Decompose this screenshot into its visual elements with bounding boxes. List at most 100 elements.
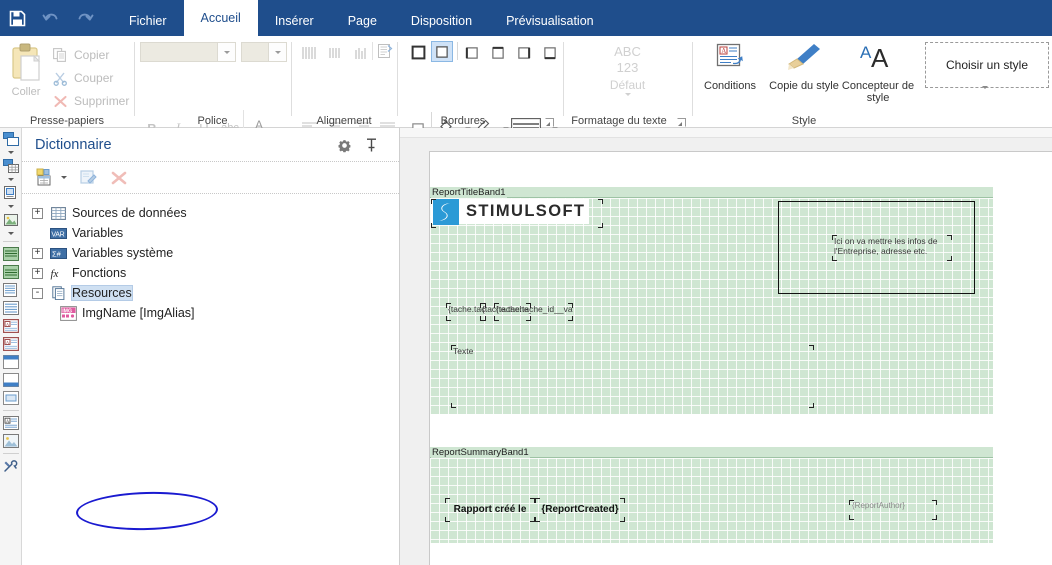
components-toolbar: A A A <box>0 128 22 565</box>
text-format-dropdown[interactable] <box>624 93 631 110</box>
component-field-3[interactable]: {tache.tache_id__valeur} <box>494 303 573 321</box>
pin-icon[interactable] <box>361 135 381 155</box>
column-footer-icon[interactable] <box>0 371 22 389</box>
footer-band-icon[interactable] <box>0 263 22 281</box>
chevron-down-icon[interactable] <box>217 43 235 61</box>
component-text[interactable]: Texte <box>451 345 814 408</box>
data-table-dropdown[interactable] <box>0 175 22 184</box>
component-summary-created[interactable]: {ReportCreated} <box>535 498 625 522</box>
text-format-123: 123 <box>616 60 639 75</box>
format-painter-button[interactable]: Copie du style <box>767 40 841 114</box>
delete-x-icon[interactable] <box>106 166 132 190</box>
save-icon[interactable] <box>0 0 34 36</box>
align-vtop-button[interactable] <box>298 42 320 63</box>
component-logo[interactable]: STIMULSOFT <box>431 198 603 228</box>
data-table-icon[interactable] <box>0 157 22 175</box>
child-band-icon[interactable] <box>0 389 22 407</box>
ribbon-group-text-format: ABC 123 Défaut Formatage du texte <box>564 36 691 128</box>
component-company-info[interactable]: Ici on va mettre les infos de l'Entrepri… <box>832 235 952 261</box>
field-3-text: {tache.tache_id__valeur} <box>496 304 573 314</box>
border-all-button[interactable] <box>407 42 429 63</box>
text-format-dialog-launcher[interactable] <box>677 116 686 127</box>
expander-icon[interactable]: + <box>32 247 43 259</box>
svg-text:A: A <box>871 43 889 73</box>
edit-icon[interactable] <box>76 166 102 190</box>
header-band-icon[interactable] <box>0 245 22 263</box>
toolbar-divider-1 <box>3 241 19 242</box>
tree-node-functions[interactable]: + fx Fonctions <box>22 263 399 283</box>
menu-tab-previsualisation[interactable]: Prévisualisation <box>489 7 611 36</box>
align-vcenter-button[interactable] <box>324 42 346 63</box>
tools-icon[interactable] <box>0 457 22 475</box>
paste-button[interactable]: Coller <box>6 42 46 114</box>
data-band-dropdown[interactable] <box>0 148 22 157</box>
component-summary-label[interactable]: Rapport créé le <box>445 498 535 522</box>
text-direction-button[interactable] <box>376 41 394 62</box>
data-band-icon[interactable] <box>0 130 22 148</box>
cut-button[interactable]: Couper <box>50 67 113 89</box>
component-summary-author[interactable]: {ReportAuthor} <box>849 500 937 520</box>
style-designer-button[interactable]: A A Concepteur de style <box>841 40 915 114</box>
gear-icon[interactable] <box>334 135 354 155</box>
borders-dialog-launcher[interactable] <box>545 116 554 127</box>
svg-text:A: A <box>721 47 726 55</box>
expander-icon[interactable]: + <box>32 267 43 279</box>
tree-node-datasources[interactable]: + Sources de données <box>22 203 399 223</box>
conditions-button[interactable]: A Conditions <box>693 40 767 114</box>
menu-tab-disposition[interactable]: Disposition <box>394 7 489 36</box>
tree-node-system-variables[interactable]: + Σ# Variables système <box>22 243 399 263</box>
column-header-icon[interactable] <box>0 353 22 371</box>
panel-icon[interactable] <box>0 184 22 202</box>
tree-node-image-resource[interactable]: IMG ImgName [ImgAlias] <box>22 303 399 323</box>
annotation-ellipse <box>75 490 219 532</box>
menu-tab-page[interactable]: Page <box>331 7 394 36</box>
font-size-select[interactable] <box>241 42 287 62</box>
band-report-title[interactable]: ReportTitleBand1 STIMULSOFT Ici on va me… <box>430 187 993 414</box>
svg-text:VAR: VAR <box>51 231 64 238</box>
border-top-button[interactable] <box>487 42 509 63</box>
tree-node-resources[interactable]: - Resources <box>22 283 399 303</box>
text-component-icon[interactable]: A <box>0 414 22 432</box>
redo-icon[interactable] <box>68 0 102 36</box>
panel-dropdown[interactable] <box>0 202 22 211</box>
page-header-icon[interactable] <box>0 281 22 299</box>
image-component-icon[interactable] <box>0 432 22 450</box>
band-report-summary[interactable]: ReportSummaryBand1 Rapport créé le {Repo… <box>430 447 993 543</box>
expander-icon[interactable]: + <box>32 207 43 219</box>
menu-tab-inserer[interactable]: Insérer <box>258 7 331 36</box>
ribbon-group-clipboard: Coller Copier Couper Supprimer Presse-pa… <box>0 36 134 128</box>
report-design-canvas[interactable]: ReportTitleBand1 STIMULSOFT Ici on va me… <box>400 128 1052 565</box>
menu-tab-fichier[interactable]: Fichier <box>112 7 184 36</box>
var-icon: VAR <box>50 226 67 241</box>
new-item-icon[interactable] <box>32 166 58 190</box>
dictionary-tree: + Sources de données VAR Variables + Σ# … <box>22 194 399 532</box>
chevron-down-icon[interactable] <box>268 43 286 61</box>
image-band-dropdown[interactable] <box>0 229 22 238</box>
expander-icon[interactable]: - <box>32 287 43 299</box>
border-bottom-button[interactable] <box>539 42 561 63</box>
report-page[interactable]: ReportTitleBand1 STIMULSOFT Ici on va me… <box>429 151 1052 565</box>
undo-icon[interactable] <box>34 0 68 36</box>
delete-button[interactable]: Supprimer <box>50 90 129 112</box>
summary-label-text: Rapport créé le <box>453 504 527 515</box>
new-item-dropdown[interactable] <box>58 166 70 190</box>
font-family-select[interactable] <box>140 42 236 62</box>
scissors-icon <box>50 69 70 87</box>
menu-tab-accueil[interactable]: Accueil <box>183 0 258 36</box>
report-title-icon[interactable]: A <box>0 317 22 335</box>
align-vbottom-button[interactable] <box>350 42 372 63</box>
border-left-button[interactable] <box>461 42 483 63</box>
copy-button[interactable]: Copier <box>50 44 109 66</box>
report-summary-icon[interactable]: A <box>0 335 22 353</box>
svg-text:Σ#: Σ# <box>52 249 62 258</box>
alignment-group-label: Alignement <box>316 115 372 127</box>
page-footer-icon[interactable] <box>0 299 22 317</box>
image-band-icon[interactable] <box>0 211 22 229</box>
conditions-label: Conditions <box>704 80 756 92</box>
border-right-button[interactable] <box>513 42 535 63</box>
tree-node-variables[interactable]: VAR Variables <box>22 223 399 243</box>
toolbar-divider-3 <box>3 453 19 454</box>
style-picker[interactable]: Choisir un style <box>925 42 1049 88</box>
style-picker-dropdown[interactable] <box>982 86 988 103</box>
border-none-button[interactable] <box>431 41 453 62</box>
